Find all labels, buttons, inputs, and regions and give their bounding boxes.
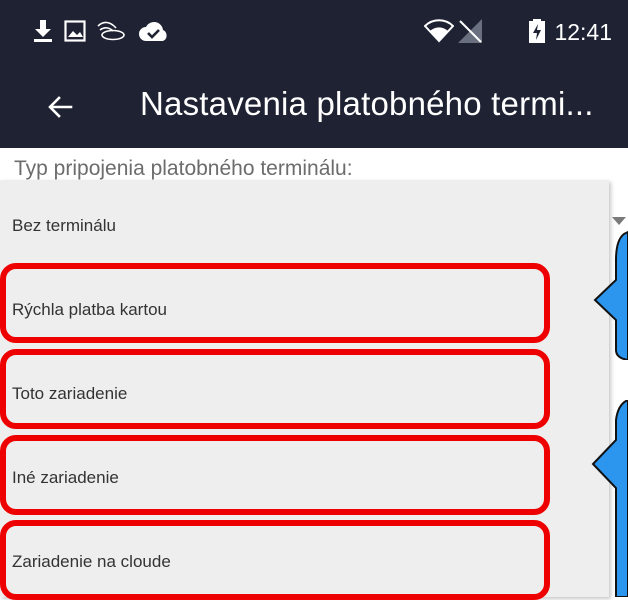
clock: 12:41 (554, 19, 612, 45)
highlight-box (0, 263, 550, 343)
terminal-type-label: Typ pripojenia platobného terminálu: (14, 157, 353, 180)
image-icon (64, 18, 86, 44)
option-label: Bez terminálu (12, 216, 116, 235)
arrow-left-icon[interactable] (38, 85, 82, 129)
dropdown-arrow-icon[interactable] (612, 217, 626, 225)
cloud-check-icon (138, 18, 168, 44)
app-bar: Nastavenia platobného termi... (0, 66, 628, 148)
highlight-box (0, 349, 550, 429)
callout-pointer (591, 400, 628, 597)
page-title: Nastavenia platobného termi... (140, 85, 594, 122)
no-signal-icon (456, 18, 484, 44)
highlight-box (0, 435, 550, 515)
option-no-terminal[interactable]: Bez terminálu (0, 180, 609, 264)
status-bar: 12:41 (0, 0, 628, 66)
download-icon (32, 18, 54, 44)
highlight-box (0, 520, 550, 600)
wifi-icon (424, 18, 454, 44)
cast-icon (96, 18, 126, 44)
callout-pointer (593, 230, 628, 360)
battery-charging-icon (528, 18, 546, 44)
